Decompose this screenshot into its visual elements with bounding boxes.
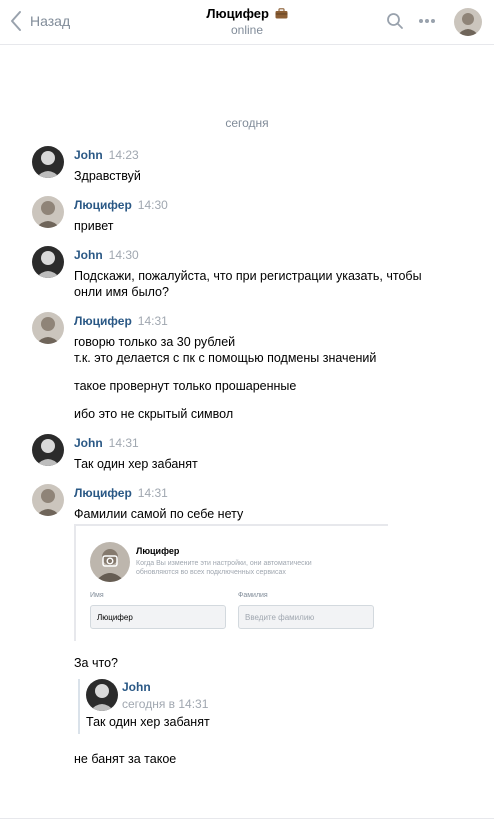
bottom-divider	[0, 818, 494, 824]
chat-header: Назад Люцифер online	[0, 0, 494, 45]
message-author[interactable]: John	[74, 248, 103, 262]
first-name-label: Имя	[90, 592, 104, 599]
message-text: не банят за такое	[74, 752, 177, 766]
lucifer-avatar[interactable]	[32, 312, 64, 344]
more-icon[interactable]	[418, 18, 436, 24]
message-text: привет	[74, 219, 114, 233]
forwarded-author[interactable]: John	[122, 680, 151, 694]
message: Люцифер 14:31 говорю только за 30 рублей …	[32, 312, 472, 422]
briefcase-icon	[275, 8, 288, 19]
john-avatar[interactable]	[32, 146, 64, 178]
lucifer-avatar[interactable]	[32, 484, 64, 516]
message-text: Так один хер забанят	[74, 457, 198, 471]
message-time: 14:30	[108, 248, 139, 262]
message-text: Фамилии самой по себе нету	[74, 507, 244, 521]
message: John 14:30 Подскажи, пожалуйста, что при …	[32, 246, 472, 300]
date-separator: сегодня	[225, 116, 269, 130]
message-line: Подскажи, пожалуйста, что при регистраци…	[74, 269, 422, 283]
forwarded-time: сегодня в 14:31	[122, 697, 209, 711]
profile-photo	[90, 542, 130, 582]
message-text: За что?	[74, 656, 118, 670]
first-name-field: Люцифер	[90, 605, 226, 629]
message-time: 14:30	[137, 198, 168, 212]
attached-screenshot[interactable]: Люцифер Когда Вы измените эти настройки,…	[74, 524, 388, 641]
john-avatar[interactable]	[86, 679, 118, 711]
message-author[interactable]: John	[74, 436, 103, 450]
message-text: говорю только за 30 рублей т.к. это дела…	[74, 334, 472, 422]
message-author[interactable]: Люцифер	[74, 486, 132, 500]
message-line: такое провернут только прошаренные	[74, 379, 297, 393]
message: John 14:31 Так один хер забанят	[32, 434, 472, 472]
message-time: 14:31	[108, 436, 139, 450]
last-name-field: Введите фамилию	[238, 605, 374, 629]
chat-status: online	[230, 23, 264, 37]
chat-avatar[interactable]	[454, 8, 482, 36]
message-line: говорю только за 30 рублей	[74, 335, 236, 349]
message-time: 14:31	[137, 314, 168, 328]
message: John 14:23 Здравствуй	[32, 146, 472, 184]
message-text: Здравствуй	[74, 169, 141, 183]
message-text: Подскажи, пожалуйста, что при регистраци…	[74, 268, 472, 300]
profile-name: Люцифер	[136, 546, 180, 556]
last-name-label: Фамилия	[238, 592, 268, 599]
john-avatar[interactable]	[32, 434, 64, 466]
lucifer-avatar[interactable]	[32, 196, 64, 228]
message: Люцифер 14:31 Фамилии самой по себе нету	[32, 484, 472, 522]
message-line: т.к. это делается с пк с помощью подмены…	[74, 351, 377, 365]
message-line: онли имя было?	[74, 285, 169, 299]
search-icon[interactable]	[386, 12, 404, 30]
forwarded-message[interactable]: John сегодня в 14:31 Так один хер забаня…	[78, 679, 380, 734]
john-avatar[interactable]	[32, 246, 64, 278]
message-time: 14:31	[137, 486, 168, 500]
message-line: ибо это не скрытый символ	[74, 407, 234, 421]
message-author[interactable]: John	[74, 148, 103, 162]
profile-note: Когда Вы измените эти настройки, они авт…	[136, 560, 312, 576]
message-author[interactable]: Люцифер	[74, 314, 132, 328]
message-author[interactable]: Люцифер	[74, 198, 132, 212]
chat-title: Люцифер	[206, 6, 269, 21]
forwarded-text: Так один хер забанят	[86, 715, 210, 729]
message: Люцифер 14:30 привет	[32, 196, 472, 234]
message-time: 14:23	[108, 148, 139, 162]
